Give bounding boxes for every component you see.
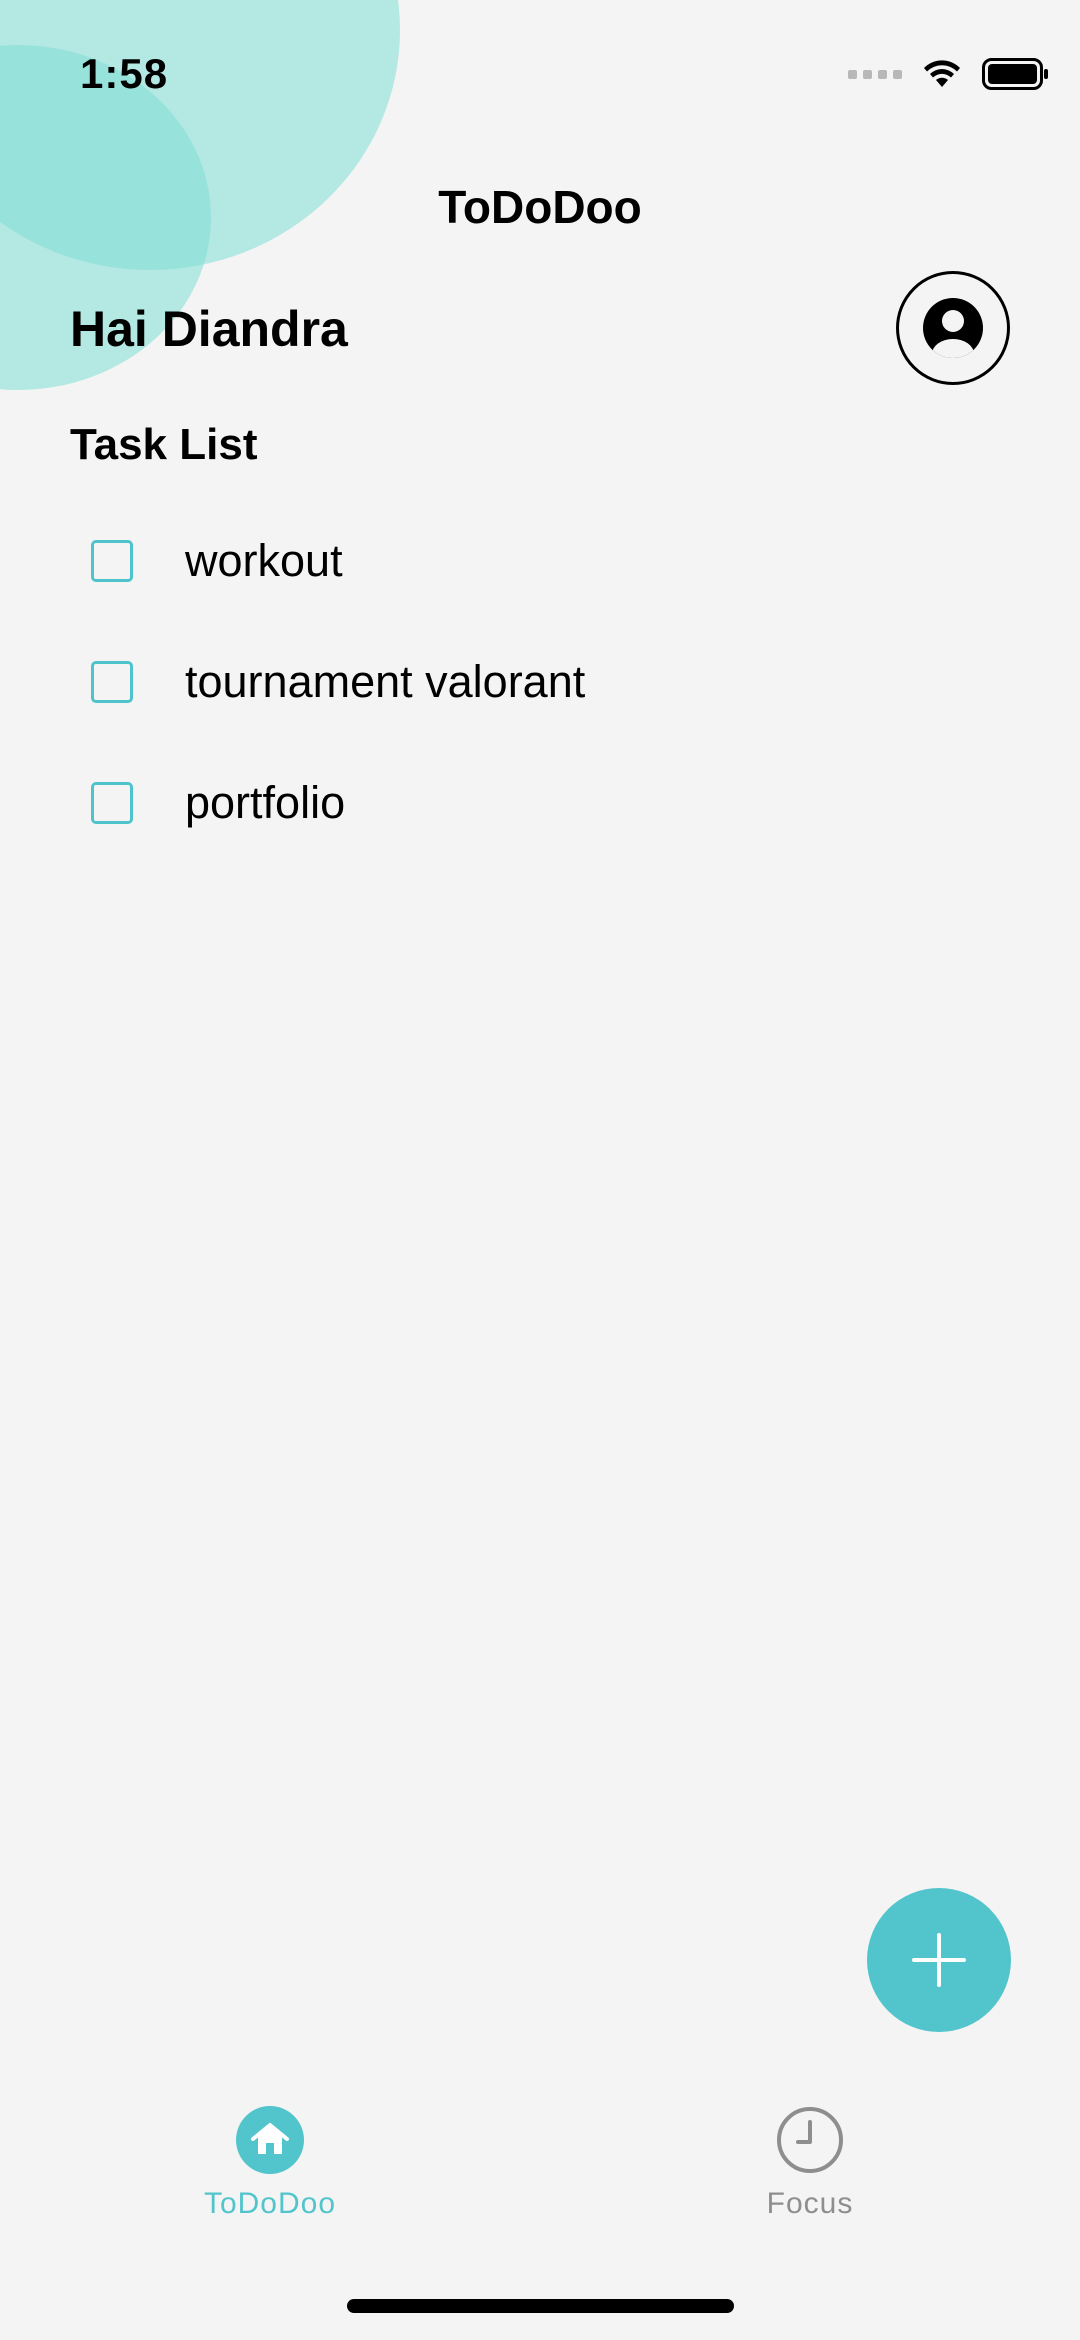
app-title: ToDoDoo xyxy=(438,181,642,233)
task-checkbox[interactable] xyxy=(91,539,133,582)
tab-tododoo[interactable]: ToDoDoo xyxy=(120,2105,420,2221)
plus-icon xyxy=(912,1933,966,1987)
task-label: workout xyxy=(185,534,343,586)
profile-button[interactable] xyxy=(896,271,1010,385)
tab-label: Focus xyxy=(766,2187,854,2220)
list-item: workout xyxy=(0,500,1080,621)
home-icon xyxy=(236,2106,304,2174)
section-title: Task List xyxy=(70,420,258,469)
status-time: 1:58 xyxy=(80,50,169,97)
task-list: workout tournament valorant portfolio xyxy=(0,500,1080,863)
home-tab-icon-wrap xyxy=(235,2105,305,2175)
greeting: Hai Diandra xyxy=(70,301,348,357)
user-circle-icon xyxy=(923,298,983,358)
clock-icon xyxy=(777,2107,843,2173)
status-icons xyxy=(848,58,1050,90)
screen: 1:58 ToDoDoo Hai Diandra Task List worko… xyxy=(0,0,1080,2340)
wifi-icon xyxy=(924,60,960,87)
tab-focus[interactable]: Focus xyxy=(660,2105,960,2221)
tab-bar: ToDoDoo Focus xyxy=(0,2105,1080,2245)
add-task-button[interactable] xyxy=(867,1888,1011,2032)
task-checkbox[interactable] xyxy=(91,781,133,824)
list-item: portfolio xyxy=(0,742,1080,863)
signal-icon xyxy=(848,69,902,79)
home-indicator xyxy=(347,2299,734,2313)
focus-tab-icon-wrap xyxy=(775,2105,845,2175)
task-label: tournament valorant xyxy=(185,655,586,707)
battery-icon xyxy=(982,58,1048,90)
list-item: tournament valorant xyxy=(0,621,1080,742)
tab-label: ToDoDoo xyxy=(203,2187,337,2220)
task-checkbox[interactable] xyxy=(91,660,133,703)
task-label: portfolio xyxy=(185,776,346,828)
